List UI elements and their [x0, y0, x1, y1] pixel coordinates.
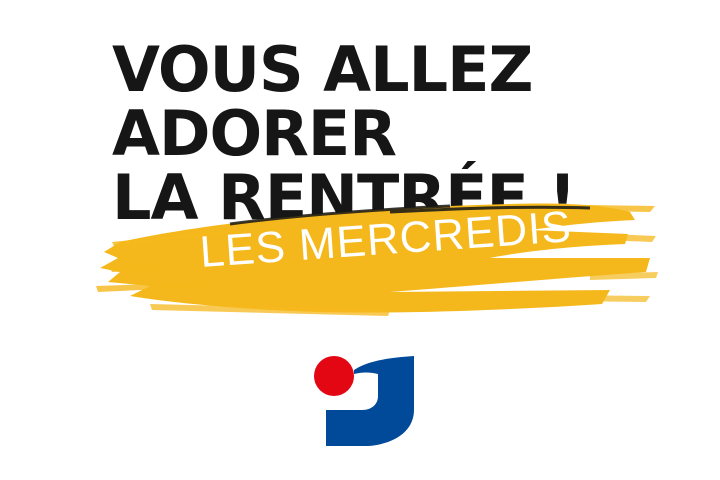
headline-line-2: ADORER — [112, 97, 397, 170]
intermarche-logo-icon — [314, 356, 414, 446]
headline-line-1: VOUS ALLEZ — [112, 33, 533, 106]
